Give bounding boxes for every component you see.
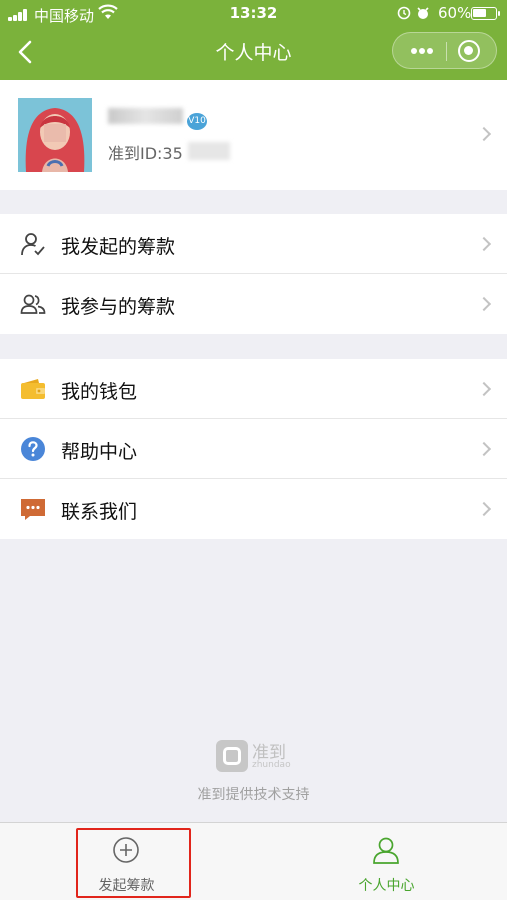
- nickname-blurred: [108, 108, 183, 124]
- miniprogram-capsule: [392, 32, 497, 69]
- highlight-box: [76, 828, 191, 898]
- chevron-right-icon: [476, 381, 492, 397]
- chevron-right-icon: [476, 441, 492, 457]
- menu-item-label: 我的钱包: [61, 381, 138, 403]
- battery-percent: 60%: [438, 4, 472, 22]
- chevron-right-icon: [476, 236, 492, 252]
- menu-group-fundraising: 我发起的筹款 我参与的筹款: [0, 214, 507, 334]
- menu-item-wallet[interactable]: 我的钱包: [0, 359, 507, 419]
- menu-item-help-center[interactable]: 帮助中心: [0, 419, 507, 479]
- menu-item-label: 我发起的筹款: [61, 236, 176, 258]
- chevron-right-icon: [476, 296, 492, 312]
- tab-bar: 发起筹款 个人中心: [0, 822, 507, 900]
- capsule-divider: [446, 42, 447, 61]
- target-icon: [464, 46, 473, 55]
- user-id-blurred: [188, 142, 230, 160]
- message-icon: [20, 496, 46, 522]
- more-options-button[interactable]: [407, 38, 437, 64]
- avatar-image: [18, 98, 92, 172]
- tab-personal-center[interactable]: 个人中心: [260, 823, 507, 900]
- menu-group-account: 我的钱包 帮助中心 联系我们: [0, 359, 507, 539]
- close-miniprogram-button[interactable]: [458, 40, 480, 62]
- menu-item-label: 我参与的筹款: [61, 296, 176, 318]
- wallet-icon: [20, 376, 46, 402]
- battery-icon: [471, 7, 500, 20]
- person-icon: [371, 835, 401, 865]
- profile-card[interactable]: V10 准到ID:35: [0, 80, 507, 190]
- users-icon: [20, 291, 46, 317]
- status-bar: 中国移动 13:32 60%: [0, 0, 507, 28]
- menu-item-my-fundraisers[interactable]: 我发起的筹款: [0, 214, 507, 274]
- ellipsis-icon: [411, 48, 433, 54]
- menu-item-label: 帮助中心: [61, 441, 138, 463]
- tab-label: 个人中心: [358, 878, 415, 894]
- user-id: 准到ID:35: [108, 144, 183, 163]
- menu-item-label: 联系我们: [61, 501, 138, 523]
- menu-item-joined-fundraisers[interactable]: 我参与的筹款: [0, 274, 507, 334]
- user-check-icon: [20, 231, 46, 257]
- zhundao-logo-icon: [216, 740, 248, 772]
- avatar: [18, 98, 92, 172]
- alarm-icon: [397, 5, 431, 25]
- chevron-right-icon: [476, 126, 492, 142]
- tech-support-text: 准到提供技术支持: [197, 787, 310, 803]
- footer-brand-en: zhundao: [252, 760, 291, 770]
- app-header: 中国移动 13:32 60% 个人中心: [0, 0, 507, 80]
- question-icon: [20, 436, 46, 462]
- vip-badge: V10: [187, 113, 207, 130]
- chevron-right-icon: [476, 501, 492, 517]
- menu-item-contact-us[interactable]: 联系我们: [0, 479, 507, 539]
